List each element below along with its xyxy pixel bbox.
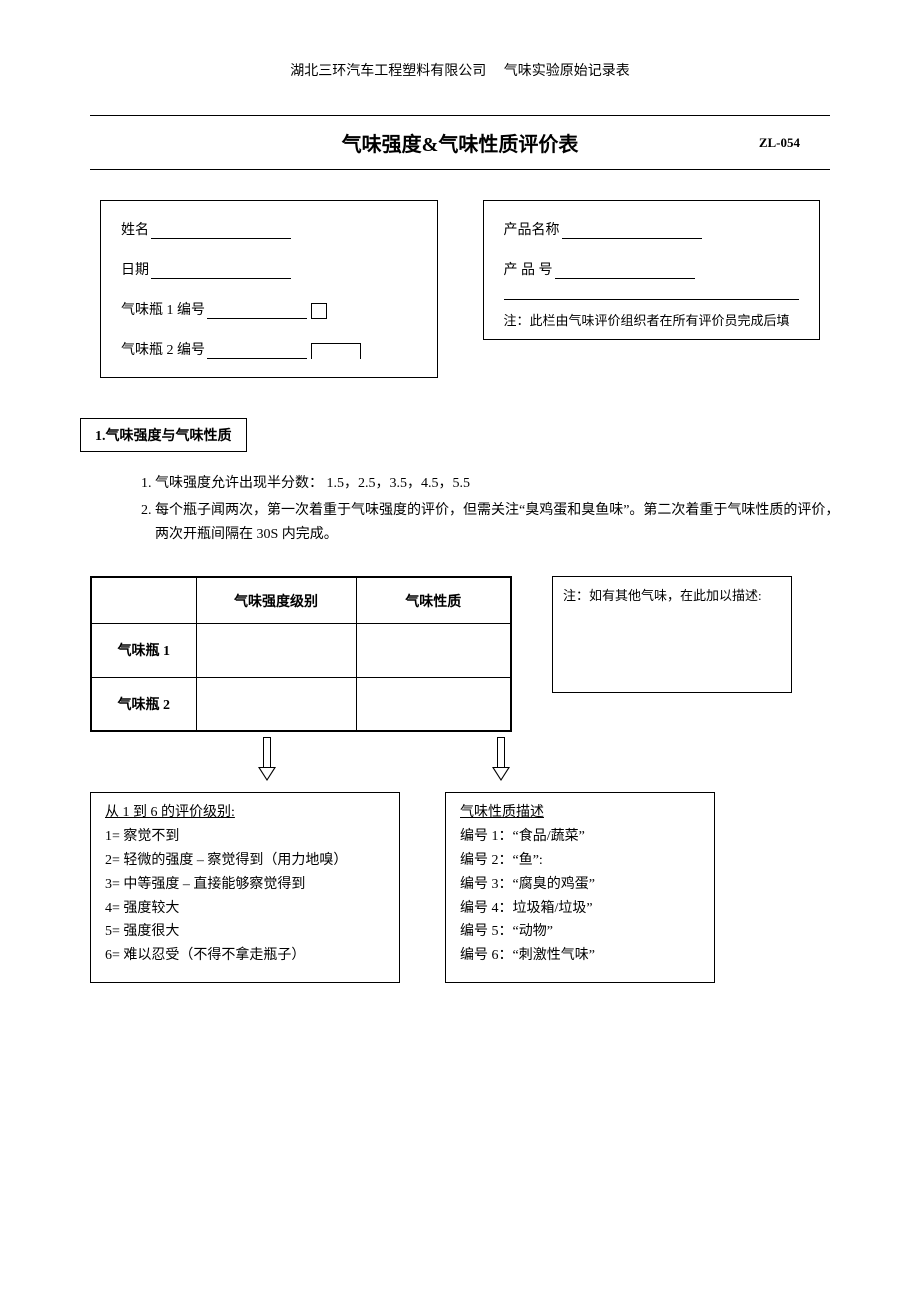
intensity-level-3: 3= 中等强度 – 直接能够察觉得到	[105, 873, 385, 897]
other-odor-note-box: 注：如有其他气味，在此加以描述:	[552, 576, 792, 693]
bottle1-intensity-cell[interactable]	[196, 623, 356, 677]
evaluator-info-box: 姓名 日期 气味瓶 1 编号 气味瓶 2 编号	[100, 200, 438, 378]
quality-code-2: 编号 2：“鱼”:	[460, 849, 700, 873]
product-name-field: 产品名称	[504, 219, 800, 239]
bottle1-input[interactable]	[207, 303, 307, 319]
doc-name: 气味实验原始记录表	[504, 64, 630, 79]
intensity-header: 气味强度级别	[196, 577, 356, 623]
bottle1-label: 气味瓶 1 编号	[121, 299, 205, 319]
intensity-desc-title: 从 1 到 6 的评价级别:	[105, 801, 385, 825]
quality-code-3: 编号 3：“腐臭的鸡蛋”	[460, 873, 700, 897]
arrow-down-icon	[260, 737, 274, 782]
bottle1-field: 气味瓶 1 编号	[121, 299, 417, 319]
arrows-row	[200, 737, 840, 782]
product-code-field: 产 品 号	[504, 259, 800, 279]
other-odor-input[interactable]	[563, 644, 781, 684]
quality-code-4: 编号 4：垃圾箱/垃圾”	[460, 897, 700, 921]
title-box: 气味强度&气味性质评价表 ZL-054	[90, 115, 830, 170]
intensity-level-2: 2= 轻微的强度 – 察觉得到（用力地嗅）	[105, 849, 385, 873]
form-title: 气味强度&气味性质评价表	[110, 128, 810, 157]
intensity-desc-box: 从 1 到 6 的评价级别: 1= 察觉不到 2= 轻微的强度 – 察觉得到（用…	[90, 792, 400, 983]
table-corner-cell	[91, 577, 196, 623]
company-name: 湖北三环汽车工程塑料有限公司	[290, 64, 486, 79]
date-label: 日期	[121, 259, 149, 279]
bottle2-label: 气味瓶 2 编号	[121, 339, 205, 359]
product-code-input[interactable]	[555, 263, 695, 279]
evaluation-table: 气味强度级别 气味性质 气味瓶 1 气味瓶 2	[90, 576, 512, 732]
quality-desc-title: 气味性质描述	[460, 801, 700, 825]
bottle1-box-icon	[311, 303, 327, 319]
intensity-level-5: 5= 强度很大	[105, 920, 385, 944]
bottle2-box-icon	[311, 343, 361, 359]
arrow-down-icon	[494, 737, 508, 782]
date-input[interactable]	[151, 263, 291, 279]
bottle1-row-header: 气味瓶 1	[91, 623, 196, 677]
product-name-input[interactable]	[562, 223, 702, 239]
form-code: ZL-054	[759, 135, 800, 151]
product-note: 注：此栏由气味评价组织者在所有评价员完成后填	[504, 299, 800, 329]
name-field: 姓名	[121, 219, 417, 239]
table-header-row: 气味强度级别 气味性质	[91, 577, 511, 623]
intensity-level-6: 6= 难以忍受（不得不拿走瓶子）	[105, 944, 385, 968]
description-row: 从 1 到 6 的评价级别: 1= 察觉不到 2= 轻微的强度 – 察觉得到（用…	[90, 792, 830, 983]
bottle2-row-header: 气味瓶 2	[91, 677, 196, 731]
quality-code-5: 编号 5：“动物”	[460, 920, 700, 944]
info-row: 姓名 日期 气味瓶 1 编号 气味瓶 2 编号 产品名称 产 品 号 注：此栏由…	[100, 200, 820, 378]
quality-code-6: 编号 6：“刺激性气味”	[460, 944, 700, 968]
instruction-1: 气味强度允许出现半分数： 1.5，2.5，3.5，4.5，5.5	[155, 472, 840, 496]
bottle2-intensity-cell[interactable]	[196, 677, 356, 731]
table-row-bottle1: 气味瓶 1	[91, 623, 511, 677]
quality-code-1: 编号 1：“食品/蔬菜”	[460, 825, 700, 849]
instruction-2: 每个瓶子闻两次，第一次着重于气味强度的评价，但需关注“臭鸡蛋和臭鱼味”。第二次着…	[155, 499, 840, 547]
intensity-level-1: 1= 察觉不到	[105, 825, 385, 849]
bottle1-quality-cell[interactable]	[356, 623, 511, 677]
bottle2-input[interactable]	[207, 343, 307, 359]
product-info-box: 产品名称 产 品 号 注：此栏由气味评价组织者在所有评价员完成后填	[483, 200, 821, 340]
product-name-label: 产品名称	[504, 219, 560, 239]
bottle2-field: 气味瓶 2 编号	[121, 339, 417, 359]
section-1: 1.气味强度与气味性质 气味强度允许出现半分数： 1.5，2.5，3.5，4.5…	[80, 418, 840, 546]
page-header: 湖北三环汽车工程塑料有限公司 气味实验原始记录表	[80, 60, 840, 80]
date-field: 日期	[121, 259, 417, 279]
name-input[interactable]	[151, 223, 291, 239]
quality-desc-box: 气味性质描述 编号 1：“食品/蔬菜” 编号 2：“鱼”: 编号 3：“腐臭的鸡…	[445, 792, 715, 983]
product-code-label: 产 品 号	[504, 259, 553, 279]
quality-header: 气味性质	[356, 577, 511, 623]
intensity-level-4: 4= 强度较大	[105, 897, 385, 921]
name-label: 姓名	[121, 219, 149, 239]
evaluation-row: 气味强度级别 气味性质 气味瓶 1 气味瓶 2 注：如有其他气味，在此加以描述:	[90, 576, 830, 732]
bottle2-quality-cell[interactable]	[356, 677, 511, 731]
table-row-bottle2: 气味瓶 2	[91, 677, 511, 731]
other-odor-title: 注：如有其他气味，在此加以描述:	[563, 585, 781, 604]
instructions-list: 气味强度允许出现半分数： 1.5，2.5，3.5，4.5，5.5 每个瓶子闻两次…	[135, 472, 840, 546]
section-1-heading: 1.气味强度与气味性质	[80, 418, 247, 452]
